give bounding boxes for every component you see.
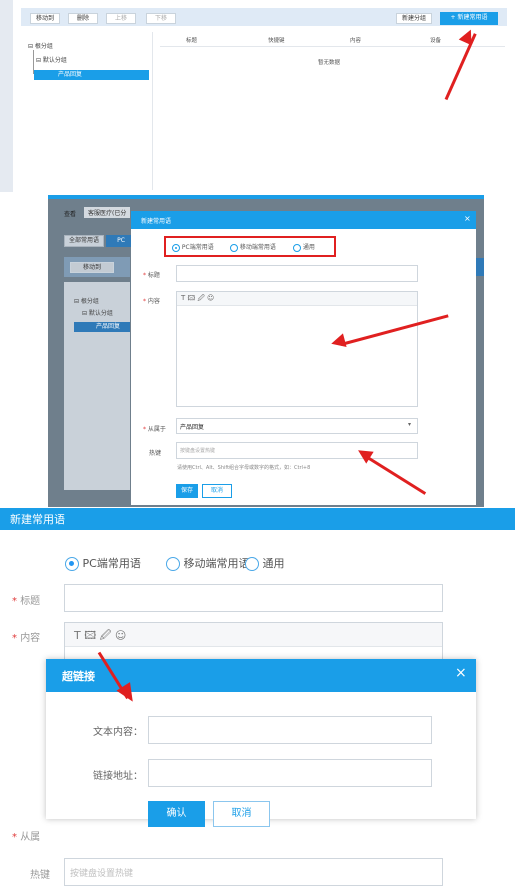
tree-default-group[interactable]: ⊟ 默认分组	[36, 55, 67, 64]
link-url-label: 链接地址：	[93, 771, 143, 782]
s3-radio-mobile-dot	[166, 557, 180, 571]
hotkey-placeholder: 按键盘设置热键	[180, 448, 216, 454]
link-cancel-button[interactable]: 取消	[213, 801, 270, 827]
bg-view-label: 查看	[64, 211, 77, 218]
delete-button[interactable]: 删除	[68, 13, 98, 24]
bg-right-strip	[476, 258, 484, 276]
belongs-label: * 从属于	[143, 426, 166, 433]
bg-tab-all[interactable]: 全部常用语	[64, 235, 104, 247]
radio-mobile[interactable]: 移动端常用语	[230, 242, 276, 252]
s3-belongs-label: * 从属	[12, 832, 41, 843]
bg-move-button[interactable]: 移动到	[70, 262, 114, 273]
s3-belongs-label-text: 从属	[20, 832, 41, 843]
hyperlink-dialog-title: 超链接	[62, 670, 95, 683]
title-label-text: 标题	[147, 272, 160, 279]
s3-radio-mobile-label: 移动端常用语	[183, 557, 250, 570]
radio-pc[interactable]: PC端常用语	[172, 242, 214, 252]
radio-common[interactable]: 通用	[293, 242, 315, 252]
link-confirm-button[interactable]: 确认	[148, 801, 205, 827]
col-title: 标题	[186, 38, 198, 44]
dialog-title: 新建常用语	[141, 218, 172, 225]
section3-header	[0, 508, 515, 530]
s3-title-input[interactable]	[64, 584, 443, 612]
tree-root[interactable]: ⊟ 根分组	[28, 41, 53, 50]
content-label: * 内容	[143, 298, 160, 305]
s3-radio-pc[interactable]: PC端常用语	[65, 555, 141, 571]
hotkey-label: 热键	[149, 450, 162, 457]
col-content: 内容	[350, 38, 362, 44]
bg-tree-leaf: 产品回复	[74, 322, 130, 332]
move-down-button[interactable]: 下移	[146, 13, 176, 24]
radio-pc-label: PC端常用语	[181, 244, 214, 251]
editor-toolbar-icons[interactable]: T 🖾 🖉 ☺	[181, 294, 214, 305]
empty-state: 暂无数据	[318, 60, 341, 66]
radio-common-dot	[293, 243, 301, 252]
table-header-divider	[160, 46, 505, 47]
title-input[interactable]	[176, 265, 418, 282]
link-text-input[interactable]	[148, 716, 432, 744]
move-up-button[interactable]: 上移	[106, 13, 136, 24]
s3-title-label-text: 标题	[20, 596, 41, 607]
hotkey-hint: 请使用Ctrl、Alt、Shift组合字母或数字的格式，如：Ctrl+8	[177, 465, 311, 471]
section2-topbar	[48, 195, 484, 199]
radio-common-label: 通用	[302, 244, 315, 251]
s3-hotkey-placeholder: 按键盘设置热键	[70, 869, 134, 879]
s3-radio-pc-dot	[65, 557, 79, 571]
belongs-value: 产品回复	[180, 424, 205, 431]
dialog-header	[131, 211, 476, 229]
chevron-down-icon: ▾	[408, 421, 412, 428]
bg-tree-child: ⊟ 默认分组	[82, 310, 113, 317]
belongs-label-text: 从属于	[147, 426, 166, 433]
belongs-select[interactable]	[176, 418, 418, 434]
content-label-text: 内容	[147, 298, 160, 305]
s3-title-label: * 标题	[12, 596, 41, 607]
bg-tree-root: ⊟ 根分组	[74, 298, 99, 305]
new-group-button[interactable]: 新建分组	[396, 13, 432, 24]
radio-pc-dot	[172, 243, 180, 252]
s3-editor-toolbar-icons[interactable]: T 🖾 🖉 ☺	[74, 627, 126, 646]
dialog-close-button[interactable]: ×	[464, 214, 471, 223]
tree-item-product-reply[interactable]: 产品回复	[34, 70, 149, 80]
col-device: 设备	[430, 38, 442, 44]
s3-radio-common-dot	[245, 557, 259, 571]
link-url-input[interactable]	[148, 759, 432, 787]
hyperlink-dialog-header	[46, 659, 476, 692]
save-button[interactable]: 保存	[176, 484, 198, 498]
s3-content-label: * 内容	[12, 633, 41, 644]
s3-radio-mobile[interactable]: 移动端常用语	[166, 555, 250, 571]
title-label: * 标题	[143, 272, 160, 279]
s3-radio-common-label: 通用	[262, 557, 285, 570]
s3-content-label-text: 内容	[20, 633, 41, 644]
s3-radio-common[interactable]: 通用	[245, 555, 285, 571]
cancel-button[interactable]: 取消	[202, 484, 232, 498]
link-text-label: 文本内容：	[93, 727, 143, 738]
hyperlink-close-button[interactable]: ×	[455, 665, 467, 681]
s3-hotkey-label: 热键	[30, 870, 50, 881]
s3-radio-pc-label: PC端常用语	[82, 557, 141, 570]
new-phrase-button[interactable]: + 新建常用语	[440, 12, 498, 25]
move-button[interactable]: 移动到	[30, 13, 60, 24]
col-hotkey: 快捷键	[268, 38, 285, 44]
radio-mobile-dot	[230, 243, 238, 252]
radio-mobile-label: 移动端常用语	[239, 244, 276, 251]
content-editor[interactable]	[176, 291, 418, 407]
section3-title: 新建常用语	[10, 513, 65, 526]
bg-select[interactable]: 客服医疗(已分	[84, 207, 131, 218]
